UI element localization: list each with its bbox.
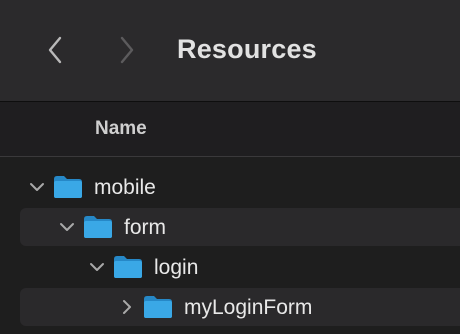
forward-button[interactable] (112, 32, 142, 68)
list-item-myloginform[interactable]: myLoginForm (20, 288, 460, 326)
list-item-label: mobile (94, 176, 156, 199)
folder-icon (84, 216, 112, 238)
list-item-label: login (154, 256, 199, 279)
chevron-left-icon (48, 36, 62, 64)
window-title: Resources (177, 34, 317, 64)
list-item-mobile[interactable]: mobile (20, 168, 460, 206)
list-item-form[interactable]: form (20, 208, 460, 246)
column-header-name[interactable]: Name (95, 118, 147, 140)
list-header: Name (0, 102, 460, 157)
folder-icon (114, 256, 142, 278)
list-item-label: form (124, 216, 166, 239)
list-item-login[interactable]: login (20, 248, 460, 286)
folder-icon (144, 296, 172, 318)
chevron-down-icon[interactable] (88, 258, 106, 276)
chevron-right-icon[interactable] (118, 298, 136, 316)
chevron-down-icon[interactable] (28, 178, 46, 196)
back-button[interactable] (40, 32, 70, 68)
chevron-right-icon (120, 36, 134, 64)
chevron-down-icon[interactable] (58, 218, 76, 236)
toolbar: Resources (0, 0, 460, 102)
folder-icon (54, 176, 82, 198)
list-item-label: myLoginForm (184, 296, 313, 319)
